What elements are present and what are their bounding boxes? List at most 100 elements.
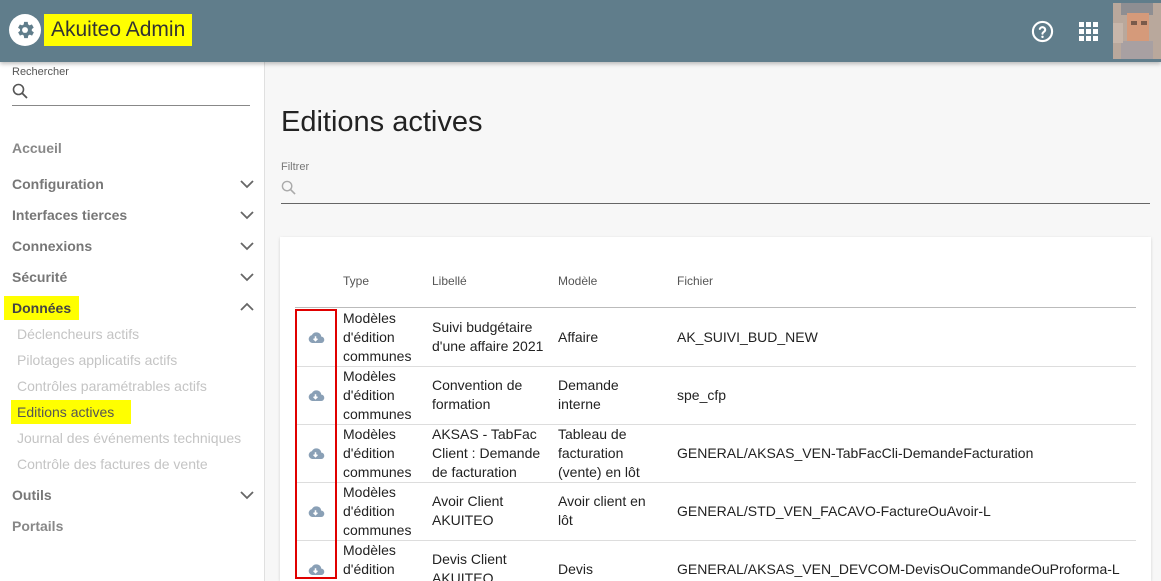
- cell-modele-line: Tableau de: [558, 426, 627, 442]
- avatar[interactable]: [1113, 3, 1161, 59]
- cell-type: Modèlesd'éditioncommunes: [343, 541, 411, 581]
- cloud-download-icon[interactable]: [306, 563, 325, 577]
- sidebar-subitem-controle-factures[interactable]: Contrôle des factures de vente: [17, 454, 208, 474]
- cell-type-line: communes: [343, 406, 412, 422]
- cell-modele-line: Affaire: [558, 329, 599, 345]
- sidebar-subitem-pilotages[interactable]: Pilotages applicatifs actifs: [17, 350, 177, 370]
- cell-libelle-line: Convention de: [432, 377, 523, 393]
- cell-libelle-line: formation: [432, 396, 491, 412]
- row-divider: [295, 482, 1136, 483]
- cell-fichier-line: spe_cfp: [677, 387, 727, 403]
- cell-libelle: Avoir Client AKUITEO: [432, 492, 503, 530]
- table-row[interactable]: Modèles d'édition communes Convention de for…: [280, 237, 1151, 581]
- cell-type-line: Modèles: [343, 426, 396, 442]
- chevron-down-icon: [240, 211, 254, 220]
- cell-libelle-line: de facturation: [432, 464, 517, 480]
- header-divider: [295, 307, 1136, 308]
- cell-type: Modèlesd'éditioncommunes: [343, 483, 411, 540]
- cloud-download-icon[interactable]: [306, 389, 325, 403]
- cell-fichier: spe_cfp: [677, 386, 726, 405]
- cell-libelle: Devis Client AKUITEO: [432, 550, 507, 581]
- sidebar-item-donnees[interactable]: Données: [4, 296, 255, 320]
- cell-type: Modèles d'édition communes: [343, 425, 411, 482]
- cloud-download-icon[interactable]: [306, 505, 325, 519]
- help-circle-icon[interactable]: [1031, 20, 1054, 43]
- search-icon: [12, 83, 28, 99]
- cell-fichier: GENERAL/AKSAS_VEN_DEVCOM-DevisOuCommande…: [677, 560, 1120, 579]
- cell-libelle-line: Client : Demande: [432, 445, 541, 461]
- search-icon: [281, 180, 296, 195]
- cell-modele: Demande interne: [558, 376, 619, 414]
- cell-modele: Devis: [558, 560, 593, 579]
- table-row[interactable]: Modèles d'édition communes Devis Client AKUI…: [280, 237, 1151, 581]
- cell-type: Modèles d'édition communes: [343, 309, 411, 366]
- row-divider: [295, 540, 1136, 541]
- cell-modele: Avoir client en lôt: [558, 492, 646, 530]
- sidebar-item-connexions[interactable]: Connexions: [12, 235, 255, 257]
- cell-fichier: GENERAL/STD_VEN_FACAVO-FactureOuAvoir-L: [677, 502, 991, 521]
- cell-libelle-line: Devis Client: [432, 551, 507, 567]
- cell-modele-line: facturation: [558, 445, 624, 461]
- table-row[interactable]: Modèles d'édition communes Suivi budgétaire…: [280, 237, 1151, 581]
- table-row[interactable]: Modèles d'édition communes AKSAS - TabFac Cl…: [280, 237, 1151, 581]
- search-label: Rechercher: [12, 66, 69, 78]
- cell-libelle-line: Suivi budgétaire: [432, 319, 533, 335]
- sidebar-subitem-journal[interactable]: Journal des événements techniques: [17, 428, 241, 448]
- cell-type-line: d'édition: [343, 329, 395, 345]
- cell-modele: Affaire: [558, 328, 598, 347]
- cloud-download-icon[interactable]: [306, 447, 325, 461]
- cell-libelle: Suivi budgétaire d'une affaire 2021: [432, 318, 543, 356]
- sidebar-subitem-editions-actives[interactable]: Editions actives: [17, 402, 114, 422]
- chevron-down-icon: [240, 273, 254, 282]
- top-app-bar: Akuiteo Admin: [0, 0, 1161, 62]
- sidebar-subitem-declencheurs[interactable]: Déclencheurs actifs: [17, 324, 139, 344]
- sidebar-subitem-controles[interactable]: Contrôles paramétrables actifs: [17, 376, 207, 396]
- cell-type-line: communes: [343, 522, 412, 538]
- sidebar-item-configuration[interactable]: Configuration: [12, 173, 255, 195]
- sidebar-item-accueil[interactable]: Accueil: [12, 137, 255, 159]
- cell-libelle: AKSAS - TabFac Client : Demande de factura…: [432, 425, 540, 482]
- column-header-type[interactable]: Type: [343, 274, 369, 288]
- cell-modele-line: lôt: [558, 512, 573, 528]
- cell-type-line: Modèles: [343, 310, 396, 326]
- cell-libelle-line: d'une affaire 2021: [432, 338, 544, 354]
- filter-input[interactable]: [281, 203, 1150, 204]
- cell-libelle-line: AKSAS - TabFac: [432, 426, 537, 442]
- table-row[interactable]: Modèles d'édition communes Avoir Client AKUI…: [280, 237, 1151, 581]
- cell-type-line: communes: [343, 464, 412, 480]
- cell-type-line: Modèles: [343, 542, 396, 558]
- cell-modele-line: Avoir client en: [558, 493, 646, 509]
- cell-fichier: GENERAL/AKSAS_VEN-TabFacCli-DemandeFactu…: [677, 444, 1033, 463]
- search-input[interactable]: [12, 105, 250, 106]
- sidebar-item-portails[interactable]: Portails: [12, 515, 255, 537]
- apps-grid-icon[interactable]: [1079, 22, 1098, 41]
- gear-icon[interactable]: [9, 14, 41, 46]
- cell-fichier-line: GENERAL/AKSAS_VEN_DEVCOM-DevisOuCommande…: [677, 561, 1120, 577]
- sidebar-item-securite[interactable]: Sécurité: [12, 266, 255, 288]
- app-title[interactable]: Akuiteo Admin: [44, 14, 193, 46]
- cell-fichier-line: GENERAL/STD_VEN_FACAVO-FactureOuAvoir-L: [677, 503, 991, 519]
- cell-type-line: Modèles: [343, 484, 396, 500]
- editions-table: Type Libellé Modèle Fichier Modèles d'édi…: [280, 237, 1151, 581]
- cell-modele-line: (vente) en lôt: [558, 464, 640, 480]
- sidebar-item-interfaces-tierces[interactable]: Interfaces tierces: [12, 204, 255, 226]
- cell-modele-line: Demande: [558, 377, 619, 393]
- column-header-fichier[interactable]: Fichier: [677, 274, 713, 288]
- cell-type: Modèlesd'éditioncommunes: [343, 367, 411, 424]
- cell-libelle-line: AKUITEO: [432, 512, 494, 528]
- cell-fichier-line: AK_SUIVI_BUD_NEW: [677, 329, 818, 345]
- column-header-libelle[interactable]: Libellé: [432, 274, 467, 288]
- cell-type-line: Modèles: [343, 368, 396, 384]
- chevron-up-icon: [240, 302, 254, 311]
- cell-type-line: d'édition: [343, 445, 395, 461]
- cell-type-line: communes: [343, 348, 412, 364]
- column-header-modele[interactable]: Modèle: [558, 274, 597, 288]
- chevron-down-icon: [240, 242, 254, 251]
- row-divider: [295, 424, 1136, 425]
- cell-fichier: AK_SUIVI_BUD_NEW: [677, 328, 818, 347]
- cloud-download-icon[interactable]: [306, 331, 325, 345]
- sidebar-item-outils[interactable]: Outils: [12, 484, 255, 506]
- row-divider: [295, 366, 1136, 367]
- cell-fichier-line: GENERAL/AKSAS_VEN-TabFacCli-DemandeFactu…: [677, 445, 1034, 461]
- cell-libelle: Convention de formation: [432, 376, 522, 414]
